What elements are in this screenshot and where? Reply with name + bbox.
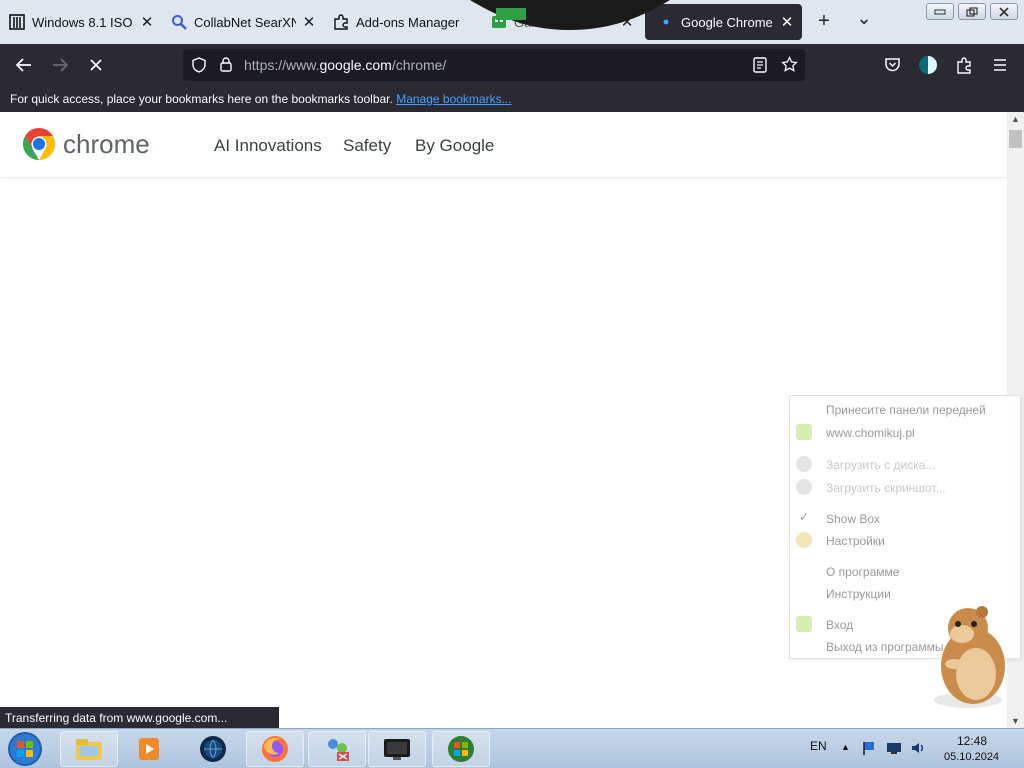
minimize-button[interactable] <box>926 3 954 20</box>
flag-icon[interactable] <box>861 740 877 759</box>
chrome-logo-text[interactable]: chrome <box>63 129 150 160</box>
globe-icon <box>200 736 226 762</box>
clock-date[interactable]: 05.10.2024 <box>944 751 999 763</box>
menu-item-about[interactable]: О программе <box>826 565 899 579</box>
search-icon <box>170 13 188 31</box>
tab-title: Windows 8.1 ISO Ar <box>32 14 134 30</box>
scrollbar-thumb[interactable] <box>1009 130 1022 148</box>
stop-loading-button[interactable] <box>84 54 108 76</box>
taskbar-explorer[interactable] <box>60 731 118 767</box>
taskbar-windows-app[interactable] <box>432 731 490 767</box>
close-icon[interactable]: ✕ <box>778 13 796 31</box>
menu-item-upload-disk[interactable]: Загрузить с диска... <box>826 458 935 472</box>
folder-icon <box>76 739 102 760</box>
account-avatar-icon[interactable] <box>916 54 940 76</box>
screenshot-cloud-icon <box>796 479 812 495</box>
tab-title: CollabNet SearXNG <box>194 14 296 30</box>
shield-icon[interactable] <box>191 57 207 76</box>
tab-title: Add-ons Manager <box>356 14 460 30</box>
hamster-mascot-icon[interactable] <box>918 604 1008 713</box>
taskbar-globe-app[interactable] <box>184 731 242 767</box>
bookmark-star-icon[interactable] <box>781 55 798 76</box>
reader-view-icon[interactable] <box>753 57 767 76</box>
firefox-icon <box>262 736 288 762</box>
forward-button[interactable] <box>48 54 72 76</box>
language-indicator[interactable]: EN <box>810 739 827 753</box>
scroll-up-arrow-icon[interactable]: ▲ <box>1011 114 1020 124</box>
start-button[interactable] <box>6 730 44 768</box>
show-hidden-icons-button[interactable]: ▲ <box>841 742 850 752</box>
menu-item-panel[interactable]: Принесите панели передней <box>826 403 986 417</box>
chrome-logo-icon[interactable] <box>21 126 57 165</box>
close-icon[interactable]: ✕ <box>138 13 156 31</box>
close-icon[interactable]: ✕ <box>300 13 318 31</box>
archive-icon <box>8 13 26 31</box>
pocket-icon[interactable] <box>880 54 904 76</box>
volume-icon[interactable] <box>910 740 926 759</box>
upload-cloud-icon <box>796 456 812 472</box>
menu-item-login[interactable]: Вход <box>826 618 853 632</box>
login-icon <box>796 616 812 632</box>
nav-ai-innovations[interactable]: AI Innovations <box>214 136 322 156</box>
manage-bookmarks-link[interactable]: Manage bookmarks... <box>396 92 511 106</box>
menu-icon[interactable] <box>988 54 1012 76</box>
tab-addons[interactable]: Add-ons Manager <box>332 4 472 40</box>
windows-logo-icon <box>448 736 474 762</box>
menu-item-instructions[interactable]: Инструкции <box>826 587 891 601</box>
menu-item-chomikuj[interactable]: www.chomikuj.pl <box>826 426 915 440</box>
taskbar-media-player[interactable] <box>120 731 178 767</box>
close-window-button[interactable] <box>990 3 1018 20</box>
windows-taskbar: EN ▲ 12:48 05.10.2024 <box>0 728 1024 768</box>
status-panel: Transferring data from www.google.com... <box>0 707 279 729</box>
nav-by-google[interactable]: By Google <box>415 136 494 156</box>
back-button[interactable] <box>12 54 36 76</box>
scroll-down-arrow-icon[interactable]: ▼ <box>1011 716 1020 726</box>
tab-searxng[interactable]: CollabNet SearXNG ✕ <box>170 4 318 40</box>
nav-safety[interactable]: Safety <box>343 136 391 156</box>
lock-icon[interactable] <box>219 56 233 75</box>
menu-item-upload-screenshot[interactable]: Загрузить скриншот... <box>826 481 946 495</box>
extensions-puzzle-icon[interactable] <box>952 54 976 76</box>
users-network-icon <box>328 739 349 761</box>
taskbar-terminal-app[interactable] <box>368 731 426 767</box>
network-icon[interactable] <box>886 740 902 759</box>
tab-title: Google Chrome - T <box>681 14 774 30</box>
menu-item-settings[interactable]: Настройки <box>826 534 885 548</box>
bookmarks-toolbar: For quick access, place your bookmarks h… <box>0 86 1024 112</box>
media-player-icon <box>139 738 159 760</box>
site-header: chrome AI Innovations Safety By Google <box>0 112 1007 178</box>
restore-button[interactable] <box>958 3 986 20</box>
taskbar-network-app[interactable] <box>308 731 366 767</box>
folder-icon <box>796 424 812 440</box>
navigation-toolbar: https://www.google.com/chrome/ <box>0 44 1024 86</box>
url-bar[interactable]: https://www.google.com/chrome/ <box>183 49 805 81</box>
bookmarks-hint: For quick access, place your bookmarks h… <box>10 92 393 106</box>
tab-windows-iso[interactable]: Windows 8.1 ISO Ar ✕ <box>8 4 156 40</box>
clock-time[interactable]: 12:48 <box>957 734 987 748</box>
puzzle-icon <box>332 13 350 31</box>
new-tab-button[interactable]: + <box>810 10 838 33</box>
checkmark-icon: ✓ <box>799 510 810 524</box>
menu-item-show-box[interactable]: Show Box <box>826 512 880 526</box>
list-all-tabs-button[interactable]: ⌄ <box>850 8 878 29</box>
taskbar-firefox[interactable] <box>246 731 304 767</box>
screen-overlay-notch <box>470 0 670 37</box>
monitor-icon <box>384 739 410 760</box>
settings-icon <box>796 532 812 548</box>
url-text[interactable]: https://www.google.com/chrome/ <box>244 57 446 73</box>
